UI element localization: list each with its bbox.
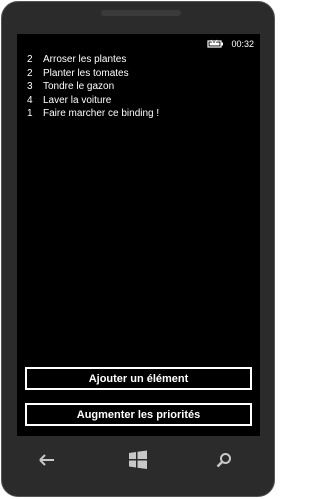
item-priority: 2 (27, 54, 33, 65)
item-priority: 4 (27, 94, 33, 106)
list-item[interactable]: 2 Planter les tomates (27, 67, 159, 81)
item-label: Faire marcher ce binding ! (43, 108, 160, 119)
list-item[interactable]: 1 Faire marcher ce binding ! (27, 107, 159, 121)
item-label: Arroser les plantes (43, 54, 127, 65)
status-time: 00:32 (231, 39, 254, 49)
status-bar: 00:32 (207, 38, 254, 50)
list-item[interactable]: 2 Arroser les plantes (27, 53, 159, 67)
item-priority: 2 (27, 67, 33, 79)
start-button[interactable] (127, 450, 149, 475)
list-item[interactable]: 4 Laver la voiture (27, 94, 159, 108)
battery-icon (207, 39, 225, 49)
add-item-button[interactable]: Ajouter un élément (25, 367, 252, 390)
item-label: Planter les tomates (43, 67, 129, 79)
list-item[interactable]: 3 Tondre le gazon (27, 80, 159, 94)
increase-priorities-button[interactable]: Augmenter les priorités (25, 403, 252, 426)
item-label: Tondre le gazon (43, 81, 115, 92)
back-button[interactable] (36, 451, 58, 473)
item-priority: 3 (27, 81, 33, 92)
search-icon (216, 452, 232, 473)
item-priority: 1 (27, 108, 33, 119)
speaker-grille (101, 10, 181, 16)
windows-start-icon (128, 450, 148, 475)
app-screen: 00:32 2 Arroser les plantes 2 Planter le… (17, 34, 260, 436)
back-arrow-icon (39, 453, 55, 471)
todo-list: 2 Arroser les plantes 2 Planter les toma… (27, 53, 159, 121)
search-button[interactable] (213, 451, 235, 473)
hardware-nav-bar (17, 437, 260, 487)
item-label: Laver la voiture (43, 94, 112, 106)
